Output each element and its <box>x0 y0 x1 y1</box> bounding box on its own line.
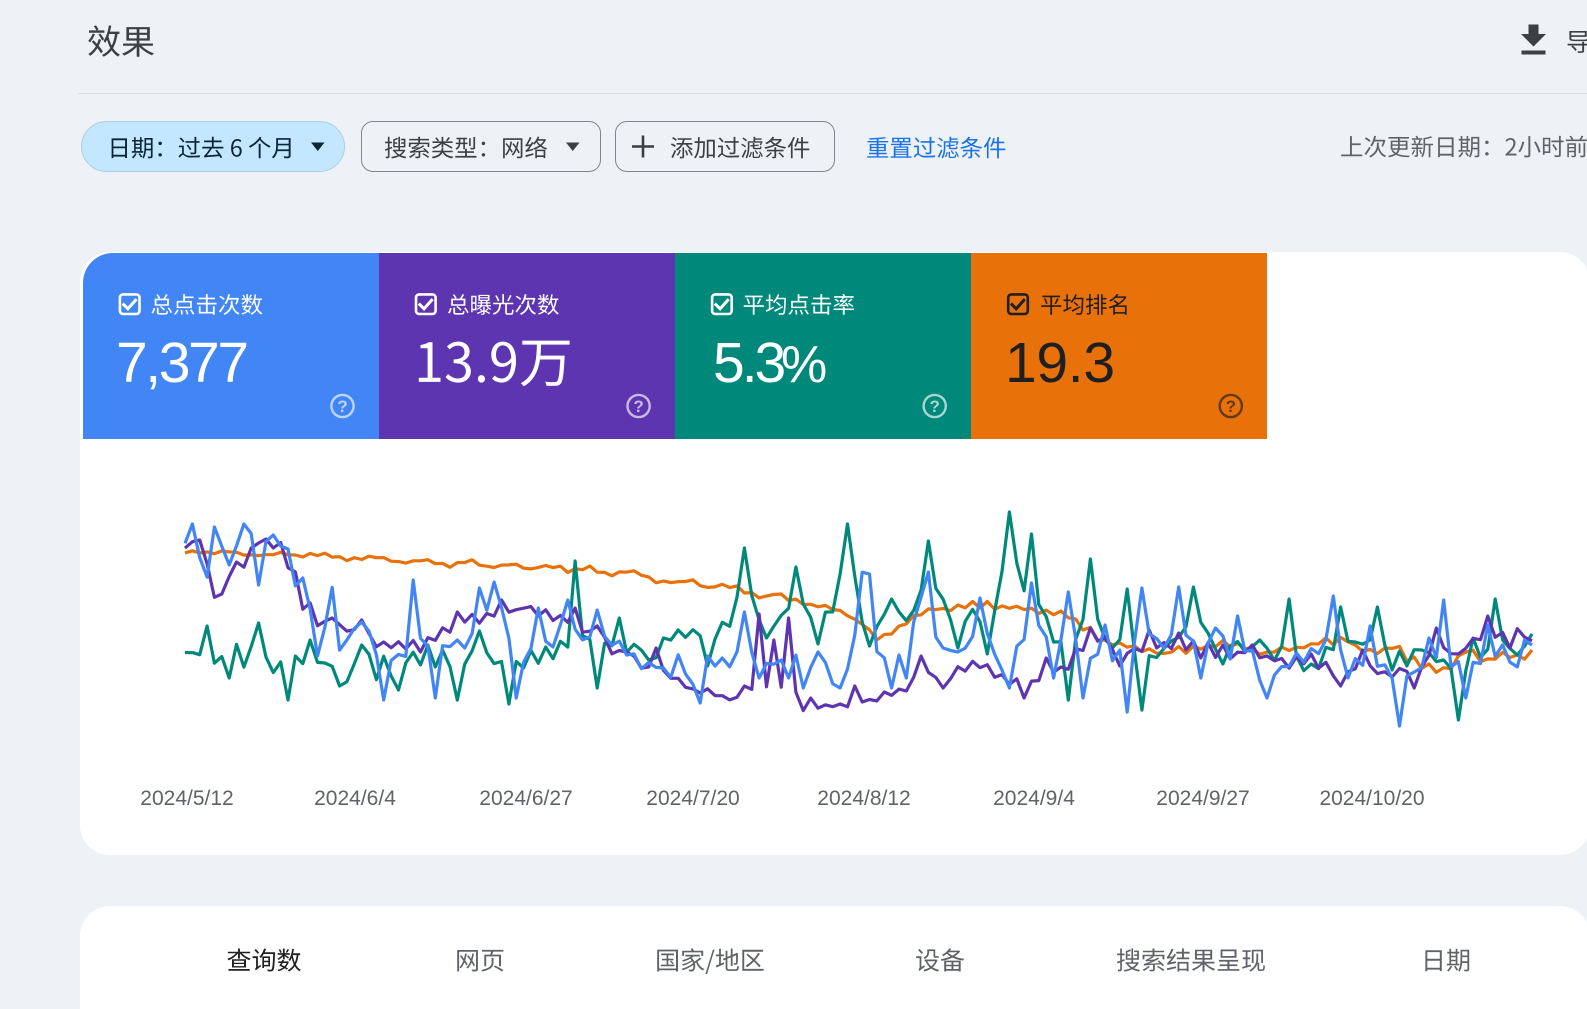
svg-text:2024/10/20: 2024/10/20 <box>1319 787 1424 810</box>
svg-text:2024/9/27: 2024/9/27 <box>1156 787 1249 810</box>
svg-text:7,377: 7,377 <box>116 331 247 395</box>
svg-text:5.3: 5.3 <box>713 331 785 395</box>
svg-text:2024/9/4: 2024/9/4 <box>993 787 1075 810</box>
svg-text:2024/8/12: 2024/8/12 <box>817 787 910 810</box>
svg-text:?: ? <box>633 397 643 416</box>
svg-text:2024/7/20: 2024/7/20 <box>646 787 739 810</box>
svg-text:2024/6/4: 2024/6/4 <box>314 787 396 810</box>
svg-text:%: % <box>781 336 827 394</box>
svg-text:?: ? <box>337 397 347 416</box>
svg-text:?: ? <box>1226 397 1236 416</box>
svg-text:2024/6/27: 2024/6/27 <box>479 787 572 810</box>
svg-text:2024/5/12: 2024/5/12 <box>140 787 233 810</box>
svg-text:19.3: 19.3 <box>1005 331 1115 395</box>
svg-text:?: ? <box>930 397 940 416</box>
